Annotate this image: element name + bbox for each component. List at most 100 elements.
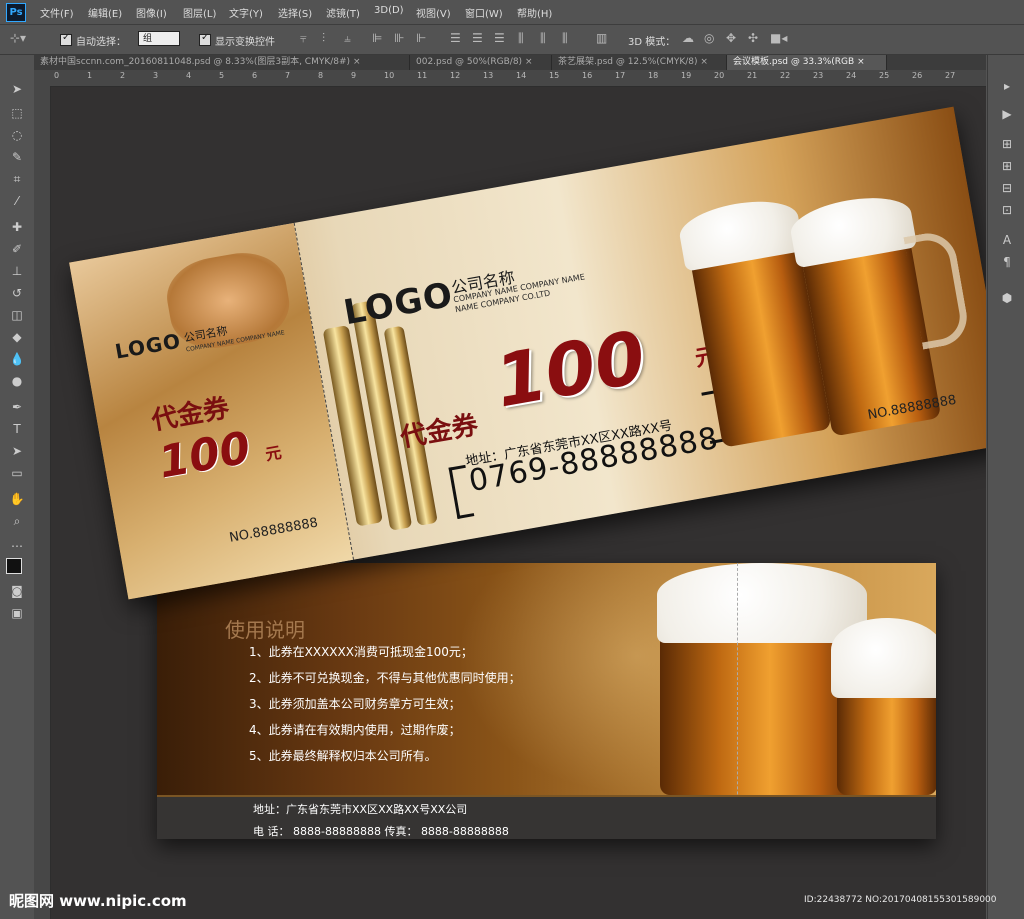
- tab-label: 会议模板.psd @ 33.3%(RGB: [733, 57, 855, 67]
- actions-icon[interactable]: ▶: [998, 105, 1016, 123]
- blur-tool-icon[interactable]: 💧: [7, 350, 27, 368]
- 3d-orbit-icon[interactable]: ☁: [682, 31, 694, 45]
- tab-document-4[interactable]: 会议模板.psd @ 33.3%(RGB ×: [727, 55, 887, 70]
- quick-select-tool-icon[interactable]: ✎: [7, 148, 27, 166]
- zoom-tool-icon[interactable]: ⌕: [7, 512, 27, 530]
- close-icon[interactable]: ×: [353, 57, 361, 67]
- distribute-left-icon[interactable]: ⫼: [518, 31, 524, 46]
- menu-window[interactable]: 窗口(W): [465, 5, 503, 20]
- menu-type[interactable]: 文字(Y): [229, 5, 263, 20]
- menu-edit[interactable]: 编辑(E): [88, 5, 122, 20]
- tab-label: 素材中国sccnn.com_20160811048.psd @ 8.33%(图层…: [40, 57, 351, 67]
- lasso-tool-icon[interactable]: ◌: [7, 126, 27, 144]
- auto-select-checkbox[interactable]: [60, 32, 72, 46]
- rectangle-tool-icon[interactable]: ▭: [7, 464, 27, 482]
- auto-select-dropdown[interactable]: 组: [138, 31, 180, 46]
- ruler-number: 20: [714, 71, 725, 80]
- align-center-icon[interactable]: ⊪: [394, 31, 404, 45]
- ruler-number: 27: [945, 71, 956, 80]
- paint-bucket-tool-icon[interactable]: ◆: [7, 328, 27, 346]
- rule-line: 3、此券须加盖本公司财务章方可生效；: [249, 697, 461, 711]
- menu-image[interactable]: 图像(I): [136, 5, 167, 20]
- close-icon[interactable]: ×: [700, 57, 708, 67]
- 3d-roll-icon[interactable]: ◎: [704, 31, 714, 45]
- tab-document-2[interactable]: 002.psd @ 50%(RGB/8) ×: [410, 55, 552, 70]
- voucher-stub: LOGO 公司名称 COMPANY NAME COMPANY NAME 代金券 …: [69, 222, 354, 600]
- distribute-right-icon[interactable]: ⫼: [562, 31, 568, 46]
- align-middle-icon[interactable]: ⫶: [322, 31, 325, 46]
- align-left-icon[interactable]: ⊫: [372, 31, 382, 45]
- tab-document-1[interactable]: 素材中国sccnn.com_20160811048.psd @ 8.33%(图层…: [34, 55, 410, 70]
- ruler-number: 19: [681, 71, 692, 80]
- menu-filter[interactable]: 滤镜(T): [326, 5, 360, 20]
- document-tab-bar: 素材中国sccnn.com_20160811048.psd @ 8.33%(图层…: [34, 55, 986, 70]
- edit-toolbar-icon[interactable]: …: [7, 534, 27, 552]
- align-right-icon[interactable]: ⊩: [416, 31, 426, 45]
- show-transform-checkbox[interactable]: [199, 32, 211, 46]
- history-icon[interactable]: ▸: [998, 77, 1016, 95]
- eyedropper-tool-icon[interactable]: ⁄: [7, 192, 27, 210]
- hand-tool-icon[interactable]: ✋: [7, 490, 27, 508]
- adjustments-icon[interactable]: ⊞: [998, 135, 1016, 153]
- tab-document-3[interactable]: 茶艺展架.psd @ 12.5%(CMYK/8) ×: [552, 55, 727, 70]
- 3d-panel-icon[interactable]: ⬢: [998, 289, 1016, 307]
- menu-layer[interactable]: 图层(L): [183, 5, 216, 20]
- voucher-amount: 100: [489, 314, 652, 424]
- close-icon[interactable]: ×: [857, 57, 865, 67]
- tools-panel: ➤ ⬚ ◌ ✎ ⌗ ⁄ ✚ ✐ ⊥ ↺ ◫ ◆ 💧 ● ✒ T ➤ ▭ ✋ ⌕ …: [0, 70, 35, 919]
- quick-mask-icon[interactable]: ◙: [7, 582, 27, 600]
- 3d-pan-icon[interactable]: ✥: [726, 31, 736, 45]
- distribute-middle-icon[interactable]: ☰: [472, 31, 483, 45]
- voucher-front: LOGO 公司名称 COMPANY NAME COMPANY NAME 代金券 …: [69, 106, 986, 600]
- dodge-tool-icon[interactable]: ●: [7, 372, 27, 390]
- close-icon[interactable]: ×: [525, 57, 533, 67]
- marquee-tool-icon[interactable]: ⬚: [7, 104, 27, 122]
- stub-serial-number: NO.88888888: [228, 515, 320, 546]
- horizontal-ruler: 0 1 2 3 4 5 6 7 8 9 10 11 12 13 14 15 16…: [34, 70, 986, 87]
- clone-stamp-tool-icon[interactable]: ⊥: [7, 262, 27, 280]
- move-tool-preset-icon[interactable]: ⊹▾: [10, 31, 26, 45]
- rule-line: 1、此券在XXXXXX消费可抵现金100元；: [249, 645, 473, 659]
- ruler-number: 7: [285, 71, 291, 80]
- history-brush-tool-icon[interactable]: ↺: [7, 284, 27, 302]
- ruler-number: 9: [351, 71, 357, 80]
- auto-align-icon[interactable]: ▥: [596, 31, 607, 45]
- align-top-icon[interactable]: ⫧: [300, 31, 307, 46]
- path-selection-tool-icon[interactable]: ➤: [7, 442, 27, 460]
- crop-tool-icon[interactable]: ⌗: [7, 170, 27, 188]
- brush-tool-icon[interactable]: ✐: [7, 240, 27, 258]
- ruler-number: 26: [912, 71, 923, 80]
- canvas-area[interactable]: 使用说明 1、此券在XXXXXX消费可抵现金100元； 2、此券不可兑换现金，不…: [51, 87, 986, 919]
- auto-select-label: 自动选择：: [76, 37, 126, 48]
- pen-tool-icon[interactable]: ✒: [7, 398, 27, 416]
- distribute-center-icon[interactable]: ⫼: [540, 31, 546, 46]
- layers-icon[interactable]: ⊞: [998, 157, 1016, 175]
- tab-label: 茶艺展架.psd @ 12.5%(CMYK/8): [558, 57, 698, 67]
- show-transform-label: 显示变换控件: [215, 37, 275, 48]
- eraser-tool-icon[interactable]: ◫: [7, 306, 27, 324]
- type-tool-icon[interactable]: T: [7, 420, 27, 438]
- ruler-number: 2: [120, 71, 126, 80]
- channels-icon[interactable]: ⊟: [998, 179, 1016, 197]
- distribute-top-icon[interactable]: ☰: [450, 31, 461, 45]
- menu-file[interactable]: 文件(F): [40, 5, 74, 20]
- move-tool-icon[interactable]: ➤: [7, 80, 27, 98]
- foreground-color-swatch[interactable]: [6, 558, 22, 574]
- menu-3d[interactable]: 3D(D): [374, 5, 404, 16]
- paragraph-icon[interactable]: ¶: [998, 253, 1016, 271]
- ruler-number: 4: [186, 71, 192, 80]
- back-address: 地址：广东省东莞市XX区XX路XX号XX公司: [253, 803, 468, 816]
- paths-icon[interactable]: ⊡: [998, 201, 1016, 219]
- beer-glass-image: [837, 683, 936, 795]
- align-bottom-icon[interactable]: ⫨: [344, 31, 351, 46]
- healing-brush-tool-icon[interactable]: ✚: [7, 218, 27, 236]
- menu-view[interactable]: 视图(V): [416, 5, 451, 20]
- distribute-bottom-icon[interactable]: ☰: [494, 31, 505, 45]
- menu-select[interactable]: 选择(S): [278, 5, 312, 20]
- ruler-number: 21: [747, 71, 758, 80]
- 3d-slide-icon[interactable]: ✣: [748, 31, 758, 45]
- 3d-scale-icon[interactable]: ■◂: [770, 31, 787, 45]
- menu-help[interactable]: 帮助(H): [517, 5, 552, 20]
- screen-mode-icon[interactable]: ▣: [7, 604, 27, 622]
- character-icon[interactable]: A: [998, 231, 1016, 249]
